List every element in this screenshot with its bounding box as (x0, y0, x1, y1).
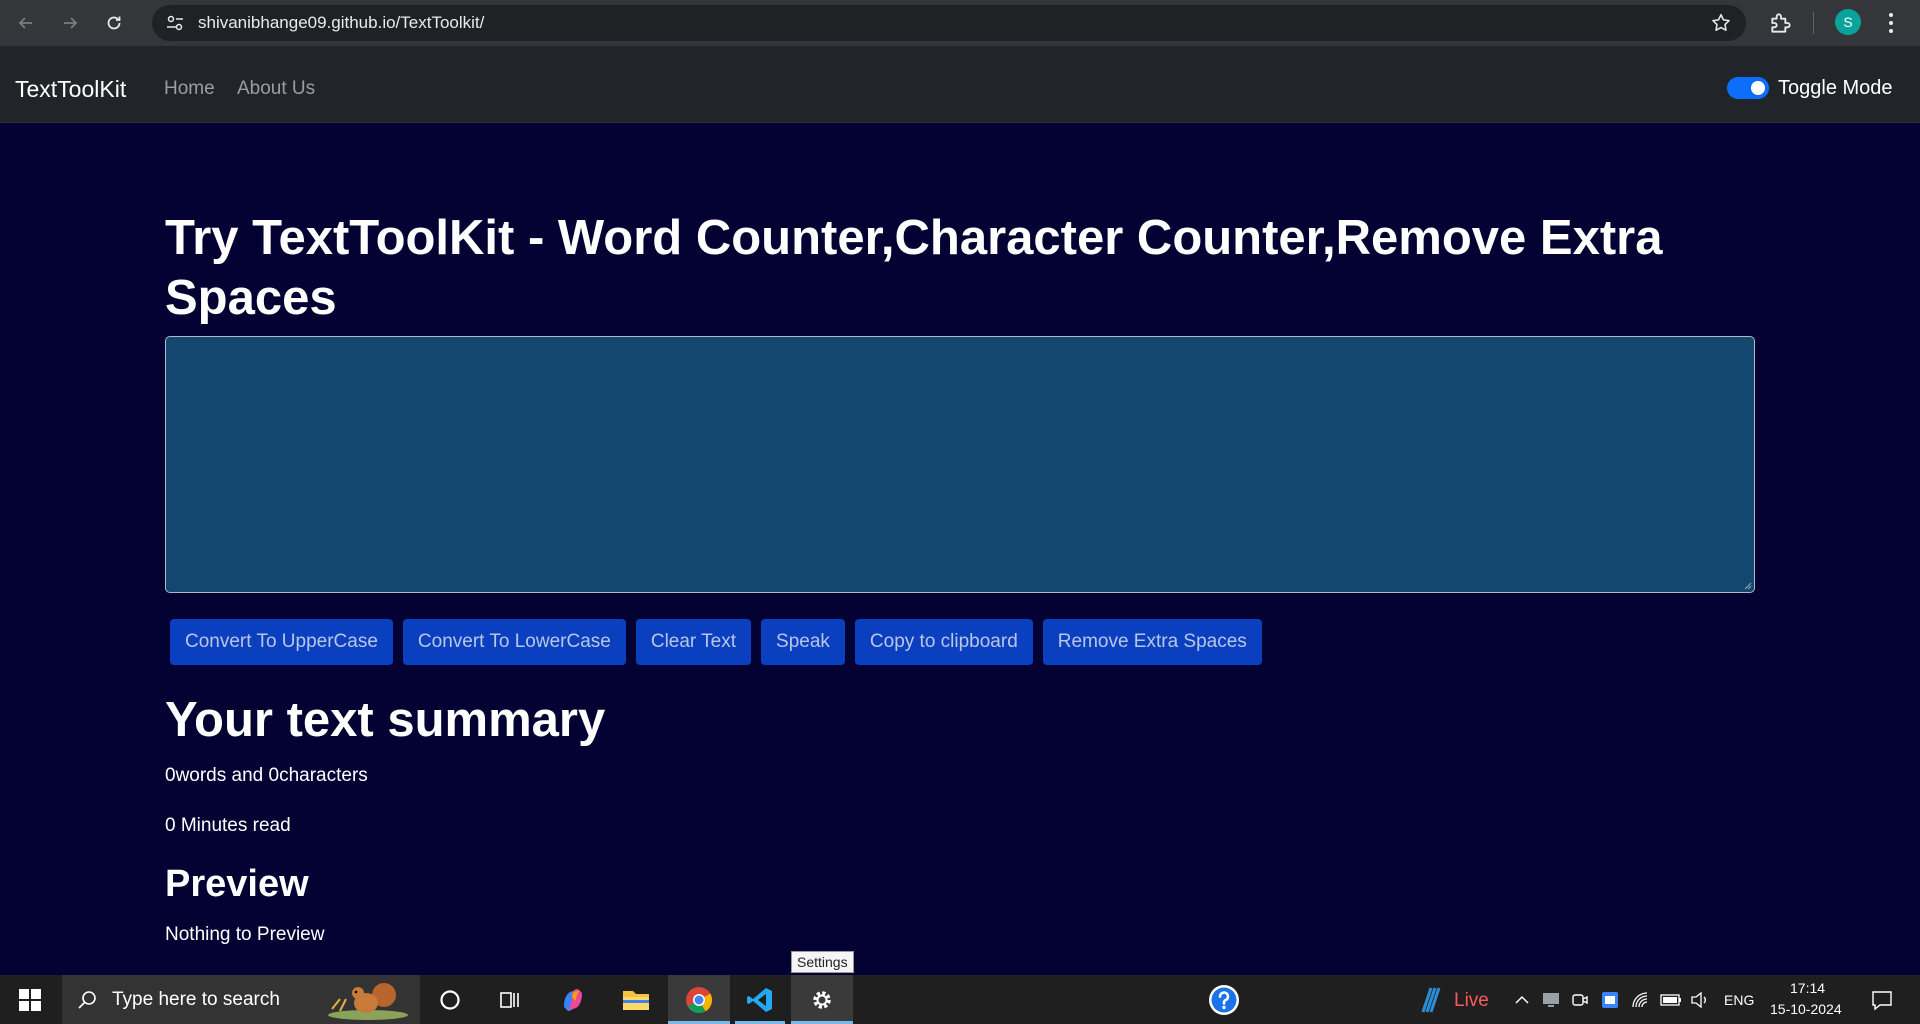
toolbar-divider (1813, 12, 1814, 34)
notification-center-button[interactable] (1864, 975, 1900, 1024)
dark-mode-toggle[interactable] (1727, 77, 1769, 99)
bookmark-star-icon[interactable] (1710, 12, 1732, 34)
taskbar-help[interactable] (1206, 975, 1242, 1024)
tray-battery[interactable] (1659, 975, 1683, 1024)
reload-button[interactable] (96, 5, 132, 41)
tray-volume[interactable] (1689, 975, 1711, 1024)
convert-lowercase-button[interactable]: Convert To LowerCase (402, 619, 626, 665)
search-placeholder: Type here to search (112, 988, 280, 1010)
notification-bubble-icon (1872, 990, 1892, 1010)
action-buttons: Convert To UpperCase Convert To LowerCas… (170, 619, 1262, 665)
taskbar-vscode[interactable] (735, 975, 785, 1024)
windows-taskbar: Type here to search Live ENG 17:14 15-10… (0, 975, 1920, 1024)
battery-icon (1660, 993, 1681, 1006)
preview-text: Nothing to Preview (165, 924, 325, 945)
reload-icon (107, 16, 121, 30)
tray-wifi[interactable] (1629, 975, 1651, 1024)
kebab-menu-icon[interactable] (1886, 10, 1896, 36)
url-text[interactable]: shivanibhange09.github.io/TextToolkit/ (198, 13, 484, 33)
camera-icon (1572, 993, 1588, 1006)
squirrel-illustration-icon (328, 983, 408, 1020)
nav-link-home[interactable]: Home (164, 78, 215, 100)
vscode-icon (747, 987, 772, 1012)
tray-app[interactable] (1599, 975, 1621, 1024)
app-tray-icon (1602, 991, 1618, 1008)
arrow-left-icon (18, 17, 32, 29)
read-time: 0 Minutes read (165, 815, 291, 836)
copy-to-clipboard-button[interactable]: Copy to clipboard (854, 619, 1033, 665)
page-heading: Try TextToolKit - Word Counter,Character… (165, 211, 1663, 325)
speak-button[interactable]: Speak (761, 619, 845, 665)
live-label[interactable]: Live (1454, 990, 1489, 1012)
show-hidden-icons[interactable] (1510, 975, 1534, 1024)
preview-heading: Preview (165, 863, 309, 905)
search-icon (78, 990, 96, 1009)
remove-extra-spaces-button[interactable]: Remove Extra Spaces (1042, 619, 1262, 665)
chrome-icon (686, 986, 713, 1013)
taskbar-search[interactable]: Type here to search (62, 975, 420, 1024)
text-input-area[interactable] (165, 336, 1755, 593)
back-button[interactable] (8, 5, 44, 41)
start-button[interactable] (0, 975, 60, 1024)
cricket-logo-icon (1421, 987, 1441, 1012)
tray-camera[interactable] (1569, 975, 1591, 1024)
word-char-count: 0words and 0characters (165, 765, 368, 786)
taskbar-file-explorer[interactable] (616, 975, 656, 1024)
clock-time[interactable]: 17:14 (1790, 980, 1825, 996)
speaker-icon (1691, 991, 1706, 1008)
toggle-knob (1751, 81, 1765, 95)
nav-link-about-us[interactable]: About Us (237, 78, 315, 100)
toggle-mode-label: Toggle Mode (1778, 77, 1893, 99)
taskbar-settings[interactable] (791, 975, 853, 1024)
chevron-up-icon (1515, 995, 1529, 1004)
arrow-right-icon (64, 17, 78, 29)
help-question-icon (1209, 984, 1239, 1015)
tray-monitor[interactable] (1540, 975, 1562, 1024)
settings-tooltip: Settings (791, 951, 854, 973)
language-indicator[interactable]: ENG (1724, 992, 1754, 1008)
folder-icon (623, 990, 649, 1010)
taskbar-copilot[interactable] (553, 975, 593, 1024)
task-view-icon (500, 991, 519, 1008)
cricket-widget[interactable] (1412, 975, 1446, 1024)
clear-text-button[interactable]: Clear Text (635, 619, 752, 665)
windows-logo-icon (19, 988, 41, 1011)
summary-heading: Your text summary (165, 693, 606, 747)
site-settings-icon[interactable] (158, 6, 192, 40)
profile-avatar[interactable]: S (1835, 9, 1861, 35)
convert-uppercase-button[interactable]: Convert To UpperCase (170, 619, 393, 665)
task-view-button[interactable] (490, 975, 530, 1024)
forward-button[interactable] (52, 5, 88, 41)
extensions-puzzle-icon[interactable] (1768, 10, 1794, 36)
taskbar-chrome[interactable] (668, 975, 730, 1024)
address-bar[interactable]: shivanibhange09.github.io/TextToolkit/ (152, 5, 1746, 41)
copilot-icon (564, 988, 582, 1011)
display-icon (1543, 992, 1559, 1007)
cortana-button[interactable] (432, 975, 468, 1024)
clock-date[interactable]: 15-10-2024 (1770, 1001, 1842, 1017)
cortana-circle-icon (440, 989, 460, 1010)
resize-grip-icon[interactable] (1742, 580, 1752, 590)
gear-icon (813, 990, 831, 1009)
wifi-icon (1632, 991, 1648, 1007)
brand-logo[interactable]: TextToolKit (15, 76, 126, 103)
site-navbar: TextToolKit Home About Us Toggle Mode (0, 46, 1920, 123)
